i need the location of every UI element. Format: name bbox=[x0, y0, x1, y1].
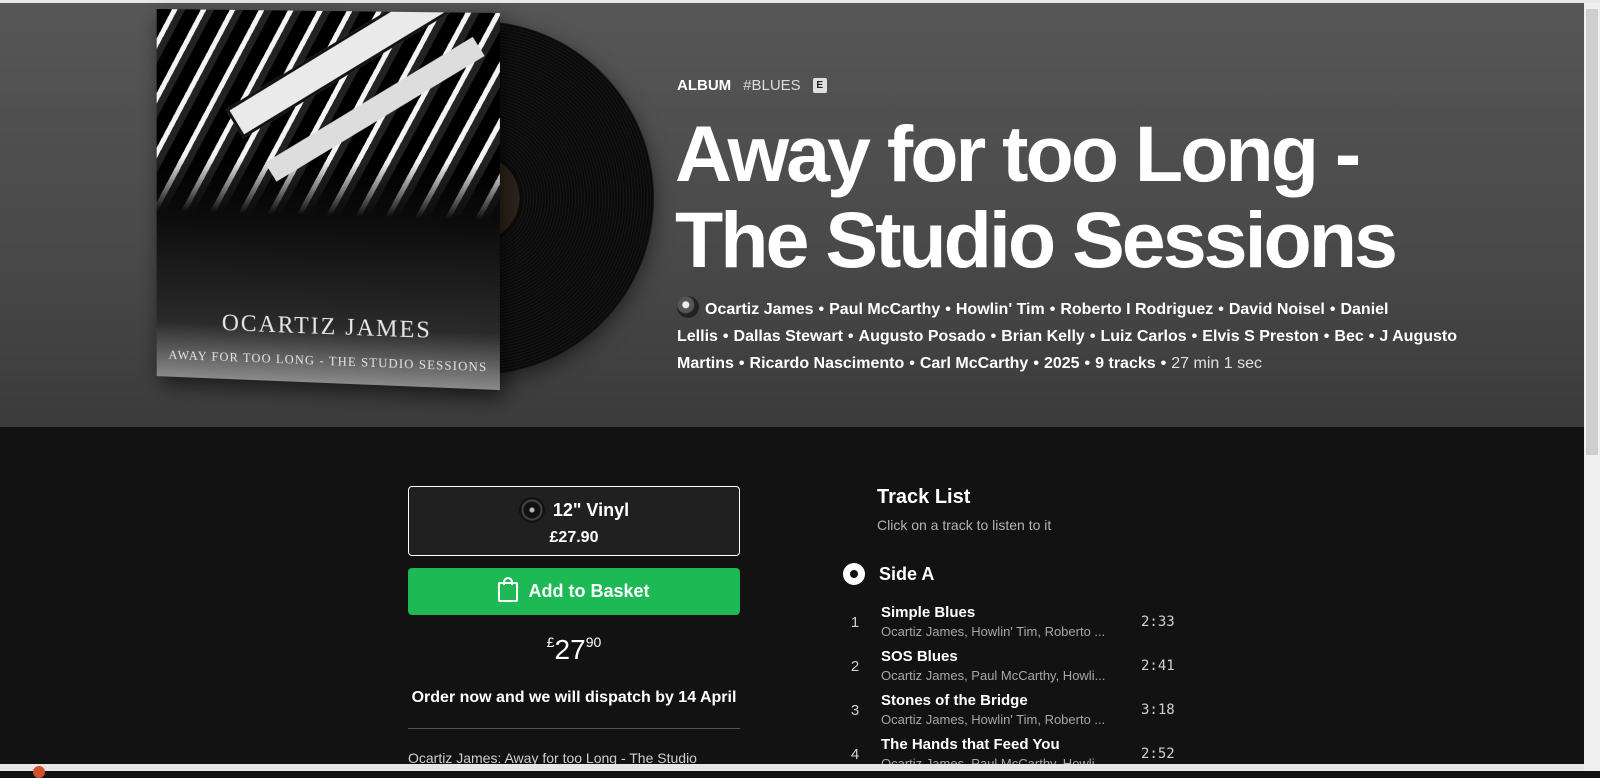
separator-dot: • bbox=[1329, 301, 1336, 318]
format-option-vinyl[interactable]: 12" Vinyl £27.90 bbox=[408, 486, 740, 556]
track-duration: 2:52 bbox=[1141, 746, 1175, 762]
vinyl-record-icon bbox=[518, 497, 545, 523]
side-label: Side A bbox=[879, 563, 935, 584]
artist-link[interactable]: Bec bbox=[1334, 328, 1363, 345]
artist-link[interactable]: Carl McCarthy bbox=[920, 355, 1028, 372]
track-number: 4 bbox=[850, 746, 860, 763]
artist-link[interactable]: Luiz Carlos bbox=[1100, 328, 1186, 345]
album-duration: 27 min 1 sec bbox=[1171, 355, 1262, 372]
separator-dot: • bbox=[1191, 328, 1198, 345]
separator-dot: • bbox=[1049, 301, 1056, 318]
album-title: Away for too Long - The Studio Sessions bbox=[675, 109, 1398, 284]
track-artists: Ocartiz James, Howlin' Tim, Roberto ... bbox=[881, 712, 1106, 727]
track-number: 2 bbox=[850, 658, 860, 675]
track-row[interactable]: 2 SOS Blues Ocartiz James, Paul McCarthy… bbox=[843, 646, 1183, 690]
separator-dot: • bbox=[847, 328, 854, 345]
artist-link[interactable]: Dallas Stewart bbox=[734, 328, 843, 345]
track-list-subtitle: Click on a track to listen to it bbox=[877, 517, 1052, 533]
track-number: 3 bbox=[850, 702, 860, 719]
track-duration: 2:33 bbox=[1141, 614, 1175, 630]
separator-dot: • bbox=[1368, 328, 1375, 345]
album-credits: Ocartiz James • Paul McCarthy • Howlin' Tim •… bbox=[677, 296, 1467, 377]
separator-dot: • bbox=[722, 328, 729, 345]
track-title: SOS Blues bbox=[881, 648, 958, 665]
artist-avatar bbox=[677, 296, 699, 318]
artist-link[interactable]: Ricardo Nascimento bbox=[750, 355, 905, 372]
separator-dot: • bbox=[738, 355, 745, 372]
track-row[interactable]: 4 The Hands that Feed You Ocartiz James,… bbox=[843, 734, 1183, 778]
shopping-bag-icon bbox=[498, 576, 519, 602]
explicit-badge: E bbox=[812, 78, 827, 93]
album-type-label: ALBUM bbox=[677, 77, 732, 94]
add-to-basket-button[interactable]: Add to Basket bbox=[408, 568, 740, 615]
cover-artist-text: OCARTIZ JAMES bbox=[221, 310, 432, 344]
artist-link[interactable]: Paul McCarthy bbox=[829, 301, 940, 318]
add-to-basket-label: Add to Basket bbox=[528, 581, 650, 601]
format-price: £27.90 bbox=[549, 529, 599, 546]
separator-dot: • bbox=[945, 301, 951, 318]
currency-symbol: £ bbox=[546, 634, 555, 650]
dispatch-notice: Order now and we will dispatch by 14 Apr… bbox=[411, 689, 737, 706]
track-title: Simple Blues bbox=[881, 604, 976, 621]
track-list: 1 Simple Blues Ocartiz James, Howlin' Ti… bbox=[843, 602, 1183, 778]
track-artists: Ocartiz James, Howlin' Tim, Roberto ... bbox=[881, 624, 1106, 639]
artist-link[interactable]: Elvis S Preston bbox=[1202, 328, 1319, 345]
separator-dot: • bbox=[1084, 355, 1091, 372]
page-scrollbar[interactable] bbox=[1584, 3, 1600, 771]
track-number: 1 bbox=[850, 614, 860, 631]
track-duration: 2:41 bbox=[1141, 658, 1175, 674]
track-title: The Hands that Feed You bbox=[881, 736, 1060, 753]
artist-link[interactable]: Ocartiz James bbox=[705, 301, 814, 318]
track-title: Stones of the Bridge bbox=[881, 692, 1028, 709]
divider bbox=[408, 728, 740, 729]
release-year: 2025 bbox=[1043, 355, 1080, 372]
price-pence: 90 bbox=[585, 634, 602, 650]
price-pounds: 27 bbox=[554, 634, 586, 665]
track-duration: 3:18 bbox=[1141, 702, 1175, 718]
separator-dot: • bbox=[818, 301, 825, 318]
separator-dot: • bbox=[909, 355, 915, 372]
side-a-header[interactable]: Side A bbox=[843, 563, 934, 585]
album-meta-row: ALBUM #BLUES E bbox=[677, 77, 827, 94]
browser-bottom-bar bbox=[0, 764, 1584, 778]
format-name: 12" Vinyl bbox=[552, 499, 630, 520]
artist-link[interactable]: Brian Kelly bbox=[1001, 328, 1085, 345]
genre-tag-link[interactable]: #BLUES bbox=[743, 77, 801, 94]
separator-dot: • bbox=[1323, 328, 1330, 345]
price-display: £2790 bbox=[408, 634, 740, 666]
artist-link[interactable]: Howlin' Tim bbox=[956, 301, 1045, 318]
album-header: OCARTIZ JAMES AWAY FOR TOO LONG - THE ST… bbox=[0, 3, 1600, 427]
separator-dot: • bbox=[1160, 355, 1167, 372]
artist-link[interactable]: Augusto Posado bbox=[859, 328, 986, 345]
separator-dot: • bbox=[990, 328, 997, 345]
track-list-heading: Track List bbox=[877, 486, 971, 508]
separator-dot: • bbox=[1033, 355, 1039, 372]
separator-dot: • bbox=[1218, 301, 1224, 318]
track-count: 9 tracks bbox=[1095, 355, 1156, 372]
separator-dot: • bbox=[1089, 328, 1096, 345]
track-artists: Ocartiz James, Paul McCarthy, Howli... bbox=[881, 668, 1106, 683]
record-side-icon bbox=[843, 563, 865, 585]
album-cover-art: OCARTIZ JAMES AWAY FOR TOO LONG - THE ST… bbox=[156, 9, 500, 391]
artist-link[interactable]: Roberto I Rodriguez bbox=[1060, 301, 1213, 318]
cover-title-text: AWAY FOR TOO LONG - THE STUDIO SESSIONS bbox=[168, 347, 488, 375]
track-row[interactable]: 1 Simple Blues Ocartiz James, Howlin' Ti… bbox=[843, 602, 1183, 646]
artist-link[interactable]: David Noisel bbox=[1229, 301, 1325, 318]
scrollbar-thumb[interactable] bbox=[1586, 9, 1598, 455]
track-row[interactable]: 3 Stones of the Bridge Ocartiz James, Ho… bbox=[843, 690, 1183, 734]
